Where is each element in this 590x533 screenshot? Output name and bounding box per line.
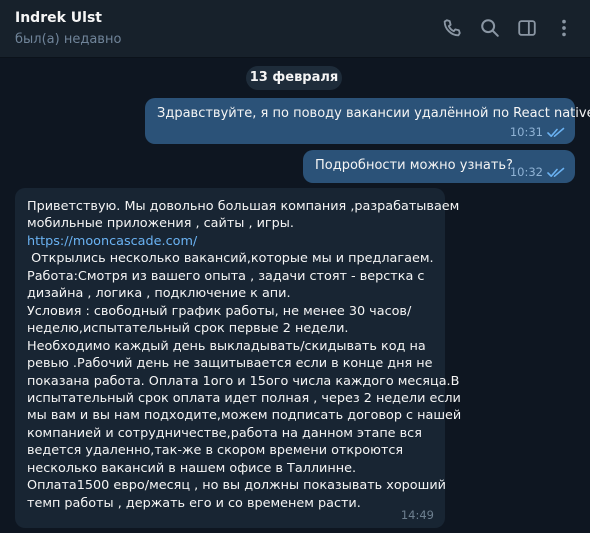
message-line: Работа:Смотря из вашего опыта , задачи с… [27, 268, 425, 284]
message-line: мы вам и вы нам подходите,можем подписат… [27, 408, 462, 424]
message-line: несколько вакансий в нашем офисе в Талли… [27, 460, 357, 476]
contact-name[interactable]: Indrek Ulst [15, 10, 102, 26]
message-meta: 10:32 [510, 165, 565, 179]
message-time: 14:49 [400, 508, 434, 522]
incoming-message[interactable]: Приветствую. Мы довольно большая компани… [15, 188, 462, 528]
website-link[interactable]: https://mooncascade.com/ [27, 233, 439, 250]
outgoing-message[interactable]: Подробности можно узнать? 10:32 [303, 150, 575, 183]
message-line: дизайна , логика , подключение к апи. [27, 286, 291, 302]
message-text: Подробности можно узнать? [315, 158, 513, 173]
message-line: Оплата1500 евро/месяц , но вы должны пок… [27, 478, 446, 494]
date-separator: 13 февраля [246, 66, 342, 90]
double-check-icon [547, 127, 565, 138]
sidebar-toggle-icon[interactable] [516, 17, 538, 39]
message-line: Приветствую. Мы довольно большая компани… [27, 199, 460, 214]
message-line: неделю,испытательный срок первые 2 недел… [27, 321, 349, 337]
telegram-chat-window: Indrek Ulst был(а) недавно 13 февраля Зд… [0, 0, 590, 533]
message-line: ведется удаленно,так-же в скором времени… [27, 443, 404, 459]
phone-icon[interactable] [441, 17, 463, 39]
message-text: Здравствуйте, я по поводу вакансии удалё… [157, 106, 590, 121]
message-line: Необходимо каждый день выкладывать/скиды… [27, 338, 426, 354]
contact-status: был(а) недавно [15, 32, 122, 47]
double-check-icon [547, 167, 565, 178]
message-line: мобильные приложения , сайты , игры. [27, 216, 294, 232]
outgoing-message[interactable]: Здравствуйте, я по поводу вакансии удалё… [145, 98, 590, 144]
chat-header: Indrek Ulst был(а) недавно [0, 0, 590, 58]
message-meta: 10:31 [510, 125, 565, 139]
message-line: Условия : свободный график работы, не ме… [27, 303, 412, 319]
message-text: Приветствую. Мы довольно большая компани… [27, 198, 462, 512]
message-line: компанией и сотрудничестве,работа на дан… [27, 425, 422, 441]
message-line: ревью .Рабочий день не защитывается если… [27, 356, 433, 372]
message-list[interactable]: 13 февраля Здравствуйте, я по поводу вак… [0, 58, 590, 533]
message-time: 10:31 [509, 125, 543, 139]
message-line: Открылись несколько вакансий,которые мы … [27, 251, 434, 267]
message-line: показана работа. Оплата 1ого и 15ого чис… [27, 373, 460, 389]
more-icon[interactable] [553, 17, 575, 39]
message-time: 10:32 [509, 165, 543, 179]
search-icon[interactable] [479, 17, 501, 39]
message-line: темп работы , держать его и со временем … [27, 495, 361, 511]
message-line: испытательный срок оплата идет полная , … [27, 390, 461, 406]
